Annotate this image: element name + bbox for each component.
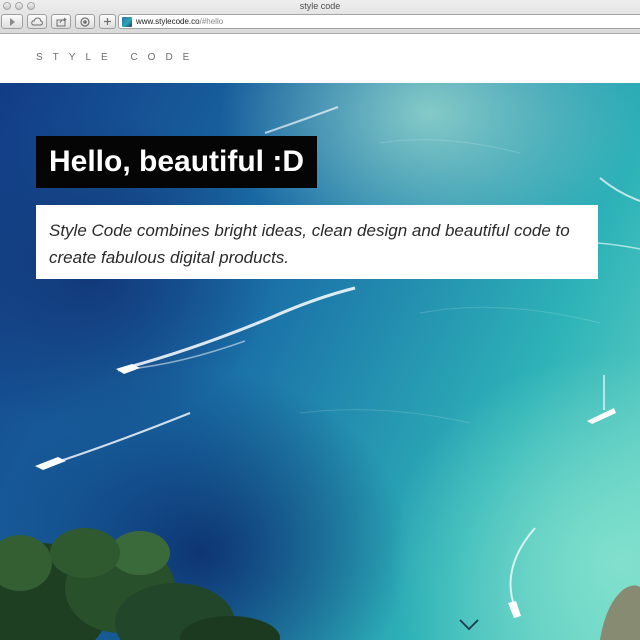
headline: Hello, beautiful :D (49, 145, 304, 178)
hero-section: Hello, beautiful :D Style Code combines … (0, 83, 640, 640)
browser-toolbar: style code www.stylecode.co /#hello (0, 0, 640, 34)
boat (35, 457, 66, 470)
chevron-down-icon[interactable] (458, 618, 480, 632)
address-bar[interactable]: www.stylecode.co /#hello (118, 14, 640, 29)
tagline-box: Style Code combines bright ideas, clean … (36, 205, 598, 279)
boat (508, 601, 521, 618)
url-path: /#hello (199, 17, 224, 26)
share-icon (56, 17, 67, 26)
url-host: www.stylecode.co (136, 17, 200, 26)
site-logo-link[interactable]: STYLE CODE (36, 52, 199, 63)
new-tab-button[interactable] (99, 14, 116, 29)
tagline: Style Code combines bright ideas, clean … (49, 221, 570, 267)
share-button[interactable] (51, 14, 71, 29)
icloud-tabs-button[interactable] (27, 14, 47, 29)
trees (0, 528, 280, 640)
new-tab-icon (104, 18, 111, 25)
back-button[interactable] (1, 14, 23, 29)
sailboat (587, 408, 616, 424)
headline-box: Hello, beautiful :D (36, 136, 317, 188)
reader-icon (80, 16, 90, 27)
site-favicon-icon (122, 16, 132, 27)
site-header: STYLE CODE (0, 35, 640, 83)
back-icon (10, 17, 15, 26)
cloud-icon (31, 17, 43, 26)
window-title: style code (299, 1, 341, 11)
reader-button[interactable] (75, 14, 95, 29)
